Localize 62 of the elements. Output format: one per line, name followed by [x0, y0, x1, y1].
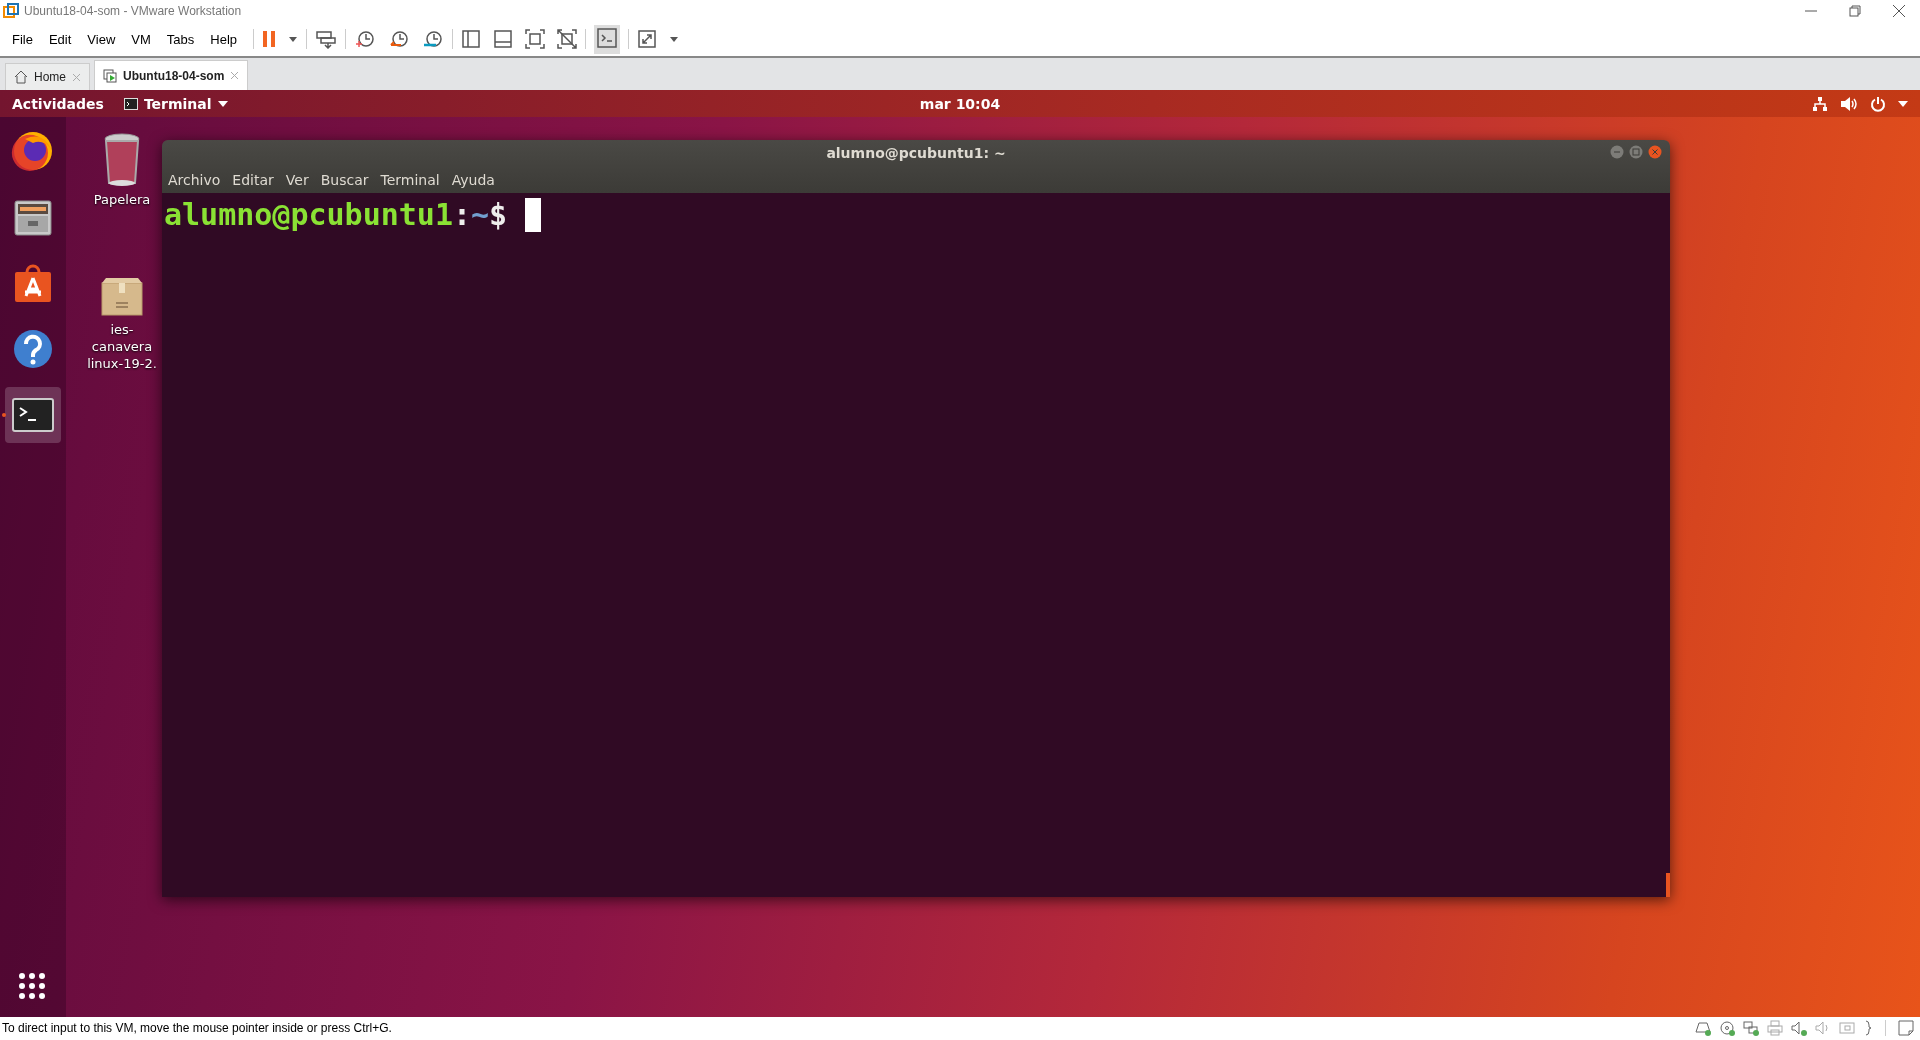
menu-item[interactable]: Ayuda [451, 171, 495, 188]
scroll-bar[interactable] [1666, 873, 1670, 897]
pause-icon[interactable] [262, 29, 277, 49]
caret-icon[interactable] [669, 34, 680, 44]
menu-item[interactable]: VM [123, 27, 159, 51]
menu-item[interactable]: Editar [232, 171, 274, 188]
power-icon[interactable] [1870, 95, 1886, 112]
tab[interactable]: Ubuntu18-04-som [94, 60, 249, 90]
app-menu[interactable]: Terminal [123, 95, 228, 112]
sidebar-view-icon[interactable] [461, 29, 482, 49]
close-icon[interactable] [1892, 4, 1906, 18]
status-message: To direct input to this VM, move the mouse pointer inside or press Ctrl+G. [2, 1021, 393, 1035]
activities-button[interactable]: Actividades [12, 95, 104, 112]
full-screen-icon[interactable] [525, 29, 546, 49]
menu-item[interactable]: Buscar [320, 171, 369, 188]
snapshot-icon[interactable] [354, 29, 377, 49]
network-adapter-icon[interactable] [1743, 1020, 1759, 1036]
terminal-icon [123, 97, 138, 110]
terminal-icon[interactable] [12, 398, 54, 432]
volume-icon[interactable] [1840, 95, 1858, 112]
app-grid-icon[interactable] [17, 971, 47, 1001]
menu-item[interactable]: Help [202, 27, 246, 51]
menu-item[interactable]: Ver [285, 171, 309, 188]
trash-can-icon[interactable] [102, 131, 142, 187]
desktop-icon-label[interactable]: ies- canavera linux-19-2. [87, 321, 157, 372]
tab[interactable]: Home [5, 63, 90, 90]
send-keys-icon[interactable] [315, 29, 338, 49]
vm-running-icon [103, 68, 117, 83]
desktop-icon-label[interactable]: Papelera [93, 191, 151, 208]
caret-icon[interactable] [288, 34, 299, 44]
menu-item[interactable]: Edit [40, 27, 80, 51]
cd-drive-icon[interactable] [1719, 1020, 1735, 1036]
stretch-icon[interactable] [637, 29, 658, 49]
zip-archive-icon[interactable] [100, 277, 144, 317]
console-view-icon[interactable] [597, 27, 618, 48]
shopping-bag-icon[interactable] [13, 262, 53, 304]
menu-item[interactable]: Tabs [158, 27, 203, 51]
revert-snapshot-icon[interactable] [388, 29, 411, 49]
caret-icon[interactable] [1898, 99, 1908, 108]
home-icon [14, 70, 28, 84]
terminal-console[interactable]: alumno@pcubuntu1:~$ [162, 193, 1670, 897]
note-icon[interactable] [1898, 1020, 1914, 1036]
file-cabinet-icon[interactable] [13, 197, 53, 237]
terminal-prompt: alumno@pcubuntu1:~$ [164, 197, 508, 232]
menu-item[interactable]: View [79, 27, 124, 51]
close-icon[interactable] [1648, 145, 1662, 159]
network-icon[interactable] [1812, 95, 1828, 112]
window-title: alumno@pcubuntu1: ~ [826, 145, 1006, 161]
help-icon[interactable] [12, 328, 54, 370]
menu-item[interactable]: File [4, 27, 41, 51]
snapshot-manager-icon[interactable] [422, 29, 445, 49]
menu-item[interactable]: Archivo [168, 171, 221, 188]
restore-icon[interactable] [1848, 4, 1862, 18]
menu-item[interactable]: Terminal [380, 171, 440, 188]
caret-icon [217, 99, 228, 108]
bottom-panel-view-icon[interactable] [493, 29, 514, 49]
window-title: Ubuntu18-04-som - VMware Workstation [24, 4, 243, 18]
text-cursor [525, 197, 542, 232]
firefox-icon[interactable] [11, 129, 55, 173]
vmware-logo-icon [3, 3, 19, 19]
clock[interactable]: mar 10:04 [919, 95, 1001, 112]
sound-card-icon[interactable] [1791, 1020, 1807, 1036]
